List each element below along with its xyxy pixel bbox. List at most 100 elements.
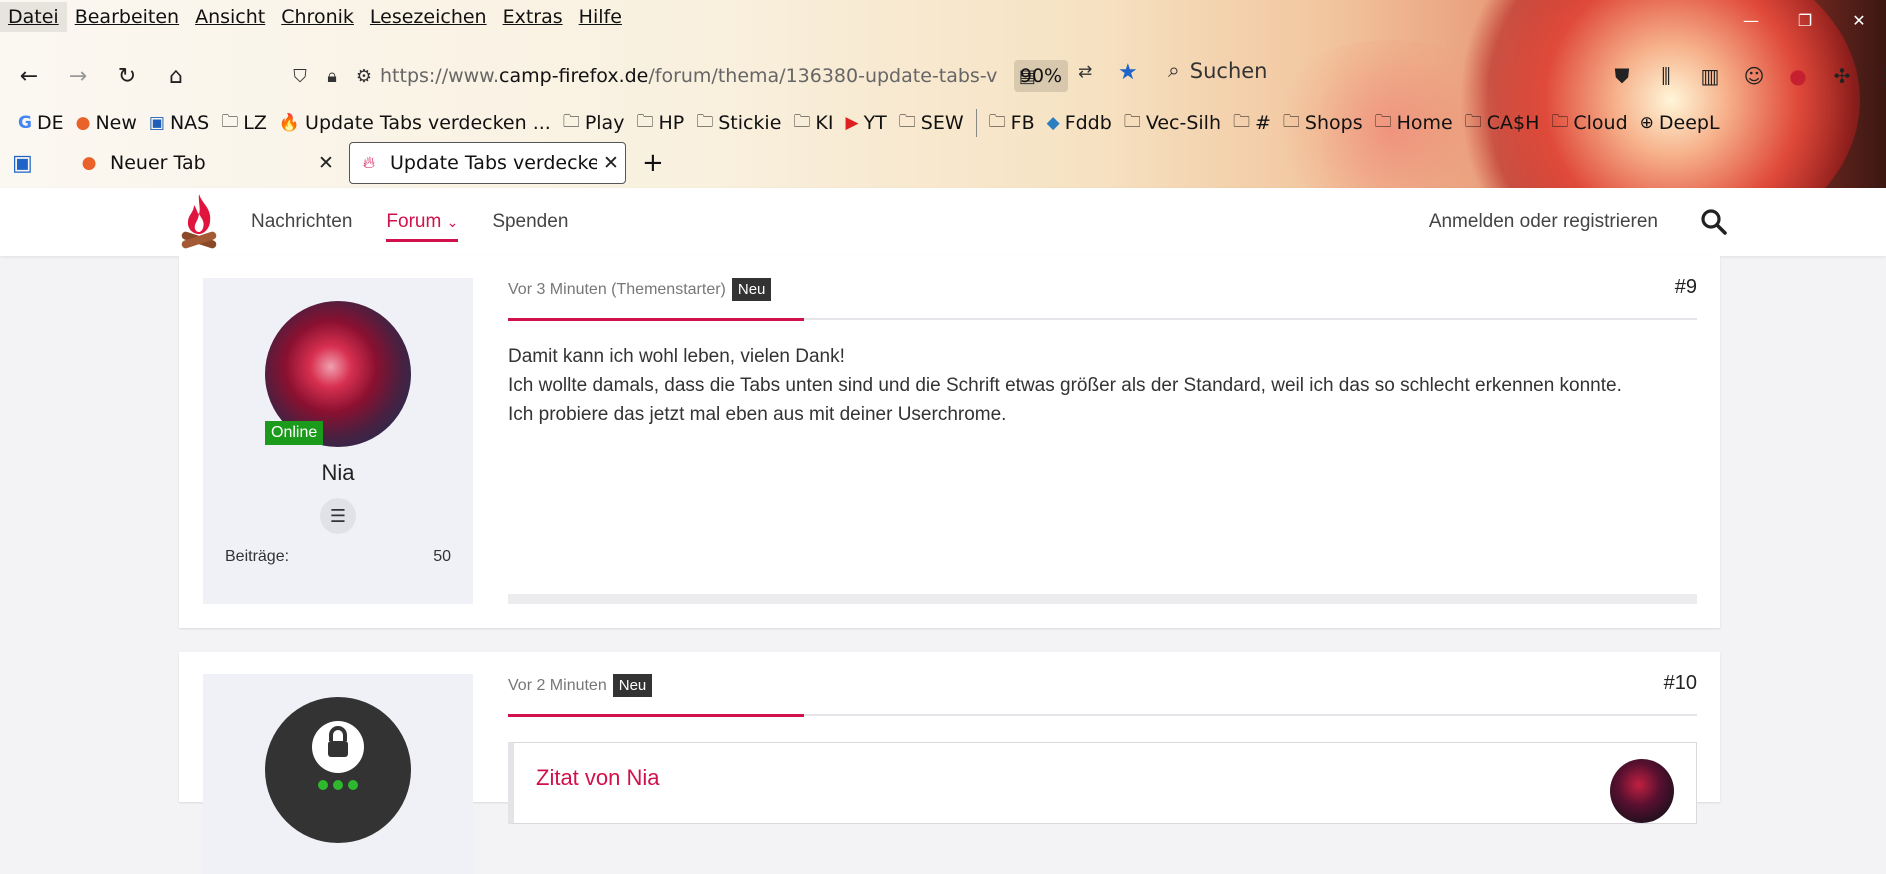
bookmark-star-icon[interactable]: ★	[1118, 60, 1138, 85]
url-path: /forum/thema/136380-update-tabs-v	[648, 65, 998, 87]
extension-badge-icon[interactable]: ●	[1776, 58, 1820, 94]
menu-bearbeiten[interactable]: Bearbeiten	[67, 2, 187, 32]
forward-arrow-icon[interactable]: →	[58, 56, 98, 96]
close-tab-icon[interactable]: ✕	[312, 152, 340, 174]
restore-button[interactable]: ❐	[1778, 0, 1832, 40]
bookmark-item[interactable]: ▣ NAS	[149, 112, 209, 134]
new-badge: Neu	[731, 278, 772, 301]
close-tab-icon[interactable]: ✕	[597, 152, 625, 174]
home-icon[interactable]: ⌂	[156, 56, 196, 96]
extensions-icon[interactable]: ✣	[1820, 58, 1864, 94]
nav-spenden[interactable]: Spenden	[492, 211, 568, 233]
bookmark-folder[interactable]: 🗀 FB	[989, 109, 1035, 138]
bookmark-folder[interactable]: 🗀 Home	[1375, 109, 1453, 138]
bookmark-folder[interactable]: 🗀 Stickie	[696, 109, 781, 138]
tab-neuer-tab[interactable]: ● Neuer Tab ✕	[70, 142, 340, 184]
post-author-sidebar	[203, 674, 473, 874]
search-icon: ⌕	[1168, 58, 1180, 82]
reload-icon[interactable]: ↻	[107, 56, 147, 96]
main-nav: Nachrichten Forum ⌄ Spenden	[251, 188, 602, 256]
bookmark-item[interactable]: 🔥 Update Tabs verdecken ...	[279, 112, 551, 134]
bookmark-item[interactable]: ▶ YT	[845, 112, 886, 134]
folder-icon: 🗀	[1551, 111, 1569, 132]
google-icon: G	[18, 113, 32, 133]
avatar[interactable]	[265, 697, 411, 843]
overflow-menu-icon[interactable]: ⋮	[1864, 58, 1886, 94]
library-icon[interactable]: ⫼	[1644, 58, 1688, 94]
bookmark-folder[interactable]: 🗀 KI	[793, 109, 833, 138]
anonymous-lock-icon	[312, 721, 364, 790]
menu-chronik[interactable]: Chronik	[273, 2, 362, 32]
nas-icon: ▣	[148, 113, 165, 133]
search-field[interactable]: ⌕ Suchen	[1168, 58, 1268, 83]
bookmark-folder[interactable]: 🗀 Vec-Silh	[1124, 109, 1221, 138]
bookmarks-toolbar: G DE ● New ▣ NAS 🗀 LZ 🔥 Update Tabs verdecken…	[0, 106, 1886, 140]
bookmark-folder[interactable]: 🗀 SEW	[899, 109, 964, 138]
toolbar-right: ⛊ ⫼ ▥ ☺ ● ✣ ⋮	[1600, 58, 1886, 94]
bookmark-folder[interactable]: 🗀 Cloud	[1551, 109, 1627, 138]
globe-icon: ⊕	[1639, 113, 1654, 133]
shield-icon[interactable]: ⛉	[284, 66, 316, 87]
stat-label: Beiträge	[225, 548, 285, 565]
permissions-icon[interactable]: ⚙	[348, 66, 380, 87]
post-text-line: Ich probiere das jetzt mal eben aus mit …	[508, 404, 1007, 425]
folder-icon: 🗀	[562, 111, 580, 132]
bookmark-folder[interactable]: 🗀 CA$H	[1465, 109, 1540, 138]
post-number[interactable]: #9	[1675, 276, 1697, 299]
translate-icon[interactable]: ⇄	[1078, 62, 1092, 82]
quote-block: Zitat von Nia	[508, 742, 1697, 824]
bookmark-item[interactable]: ⊕ DeepL	[1640, 112, 1720, 134]
tab-update-tabs[interactable]: 🔥︎ Update Tabs verdecken ✕	[349, 142, 626, 184]
bookmark-item[interactable]: ◆ Fddb	[1047, 112, 1112, 134]
bookmark-separator	[975, 109, 977, 137]
search-label: Suchen	[1189, 58, 1268, 83]
nav-nachrichten[interactable]: Nachrichten	[251, 211, 352, 233]
quote-title[interactable]: Zitat von Nia	[536, 765, 660, 791]
browser-chrome: Datei Bearbeiten Ansicht Chronik Lesezei…	[0, 0, 1886, 188]
folder-icon: 🗀	[988, 111, 1006, 132]
sidebar-icon[interactable]: ▥	[1688, 58, 1732, 94]
login-link[interactable]: Anmelden oder registrieren	[1429, 188, 1658, 256]
post-text-line: Damit kann ich wohl leben, vielen Dank!	[508, 346, 845, 367]
folder-icon: 🗀	[636, 111, 654, 132]
post-footer-bar	[508, 594, 1697, 604]
campfire-logo[interactable]	[178, 192, 220, 250]
zoom-indicator[interactable]: 90%	[1014, 60, 1068, 92]
username[interactable]: Nia	[203, 460, 473, 486]
url-host: camp-firefox.de	[499, 65, 649, 87]
fddb-icon: ◆	[1046, 113, 1060, 133]
post-author-sidebar: Online Nia ☰ Beiträge: 50	[203, 278, 473, 604]
bookmark-folder[interactable]: 🗀 Play	[563, 109, 625, 138]
account-icon[interactable]: ☺	[1732, 58, 1776, 94]
bookmark-item[interactable]: ● New	[76, 112, 137, 134]
menu-bar: Datei Bearbeiten Ansicht Chronik Lesezei…	[0, 0, 1886, 34]
post-header-divider	[508, 714, 1697, 717]
post-header-divider	[508, 318, 1697, 321]
bookmark-folder[interactable]: 🗀 Shops	[1283, 109, 1363, 138]
folder-icon: 🗀	[221, 111, 239, 132]
nav-forum[interactable]: Forum ⌄	[386, 211, 458, 242]
folder-icon: 🗀	[1233, 111, 1250, 132]
bookmark-folder[interactable]: 🗀 #	[1233, 109, 1271, 138]
bookmark-folder[interactable]: 🗀 LZ	[221, 109, 267, 138]
bookmark-item[interactable]: G DE	[18, 112, 64, 134]
menu-lesezeichen[interactable]: Lesezeichen	[362, 2, 495, 32]
bookmark-folder[interactable]: 🗀 HP	[636, 109, 684, 138]
minimize-button[interactable]: —	[1724, 0, 1778, 40]
post-time[interactable]: Vor 3 Minuten (Themenstarter)	[508, 281, 726, 299]
post-number[interactable]: #10	[1664, 672, 1697, 695]
firefox-view-icon[interactable]: ▣	[12, 142, 33, 184]
menu-ansicht[interactable]: Ansicht	[187, 2, 273, 32]
new-tab-button[interactable]: +	[642, 142, 664, 184]
pocket-icon[interactable]: ⛊	[1600, 58, 1644, 94]
post-meta: Vor 2 Minuten Neu	[508, 674, 653, 697]
back-arrow-icon[interactable]: ←	[9, 56, 49, 96]
user-menu-icon[interactable]: ☰	[320, 498, 356, 534]
close-window-button[interactable]: ✕	[1832, 0, 1886, 40]
lock-icon[interactable]: 🔒︎	[316, 66, 348, 87]
menu-hilfe[interactable]: Hilfe	[571, 2, 630, 32]
search-icon[interactable]	[1700, 208, 1728, 236]
menu-datei[interactable]: Datei	[0, 2, 67, 32]
menu-extras[interactable]: Extras	[495, 2, 571, 32]
post-time[interactable]: Vor 2 Minuten	[508, 677, 607, 695]
